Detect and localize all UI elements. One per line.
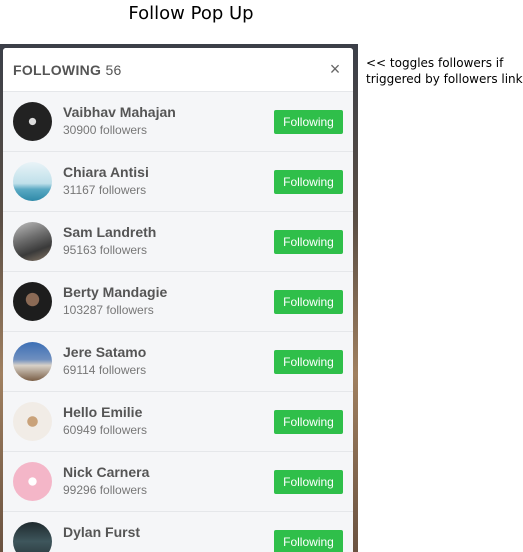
- follower-count: 95163 followers: [63, 243, 148, 257]
- close-icon[interactable]: ×: [327, 60, 343, 78]
- list-item: Berty Mandagie 103287 followers Followin…: [3, 272, 353, 332]
- list-item: Dylan Furst Following: [3, 512, 353, 552]
- avatar[interactable]: [13, 462, 52, 501]
- following-button[interactable]: Following: [274, 350, 343, 374]
- list-item: Jere Satamo 69114 followers Following: [3, 332, 353, 392]
- follower-count: 30900 followers: [63, 123, 148, 137]
- follower-count: 60949 followers: [63, 423, 148, 437]
- list-item: Chiara Antisi 31167 followers Following: [3, 152, 353, 212]
- avatar[interactable]: [13, 282, 52, 321]
- page-title: Follow Pop Up: [128, 3, 254, 24]
- user-name[interactable]: Jere Satamo: [63, 344, 146, 360]
- list-item: Hello Emilie 60949 followers Following: [3, 392, 353, 452]
- avatar[interactable]: [13, 522, 52, 552]
- list-item: Nick Carnera 99296 followers Following: [3, 452, 353, 512]
- following-button[interactable]: Following: [274, 470, 343, 494]
- avatar[interactable]: [13, 102, 52, 141]
- following-button[interactable]: Following: [274, 530, 343, 552]
- user-name[interactable]: Dylan Furst: [63, 524, 140, 540]
- annotation-note: << toggles followers if triggered by fol…: [366, 56, 523, 86]
- user-name[interactable]: Sam Landreth: [63, 224, 156, 240]
- follower-count: 99296 followers: [63, 483, 148, 497]
- user-name[interactable]: Berty Mandagie: [63, 284, 167, 300]
- modal-backdrop: FOLLOWING 56 × Vaibhav Mahajan 30900 fol…: [0, 44, 358, 552]
- following-button[interactable]: Following: [274, 170, 343, 194]
- user-name[interactable]: Chiara Antisi: [63, 164, 149, 180]
- modal-header: FOLLOWING 56 ×: [3, 48, 353, 92]
- following-button[interactable]: Following: [274, 110, 343, 134]
- follow-popup: FOLLOWING 56 × Vaibhav Mahajan 30900 fol…: [3, 48, 353, 552]
- avatar[interactable]: [13, 162, 52, 201]
- list-item: Sam Landreth 95163 followers Following: [3, 212, 353, 272]
- avatar[interactable]: [13, 342, 52, 381]
- user-name[interactable]: Hello Emilie: [63, 404, 142, 420]
- follower-count: 31167 followers: [63, 183, 147, 197]
- follower-count: 69114 followers: [63, 363, 147, 377]
- user-name[interactable]: Nick Carnera: [63, 464, 149, 480]
- modal-title-label: FOLLOWING: [13, 62, 102, 78]
- following-list[interactable]: Vaibhav Mahajan 30900 followers Followin…: [3, 92, 353, 552]
- following-count: 56: [105, 62, 122, 78]
- list-item: Vaibhav Mahajan 30900 followers Followin…: [3, 92, 353, 152]
- user-name[interactable]: Vaibhav Mahajan: [63, 104, 176, 120]
- following-button[interactable]: Following: [274, 410, 343, 434]
- avatar[interactable]: [13, 222, 52, 261]
- follower-count: 103287 followers: [63, 303, 154, 317]
- following-button[interactable]: Following: [274, 290, 343, 314]
- following-button[interactable]: Following: [274, 230, 343, 254]
- modal-title: FOLLOWING 56: [13, 62, 122, 78]
- avatar[interactable]: [13, 402, 52, 441]
